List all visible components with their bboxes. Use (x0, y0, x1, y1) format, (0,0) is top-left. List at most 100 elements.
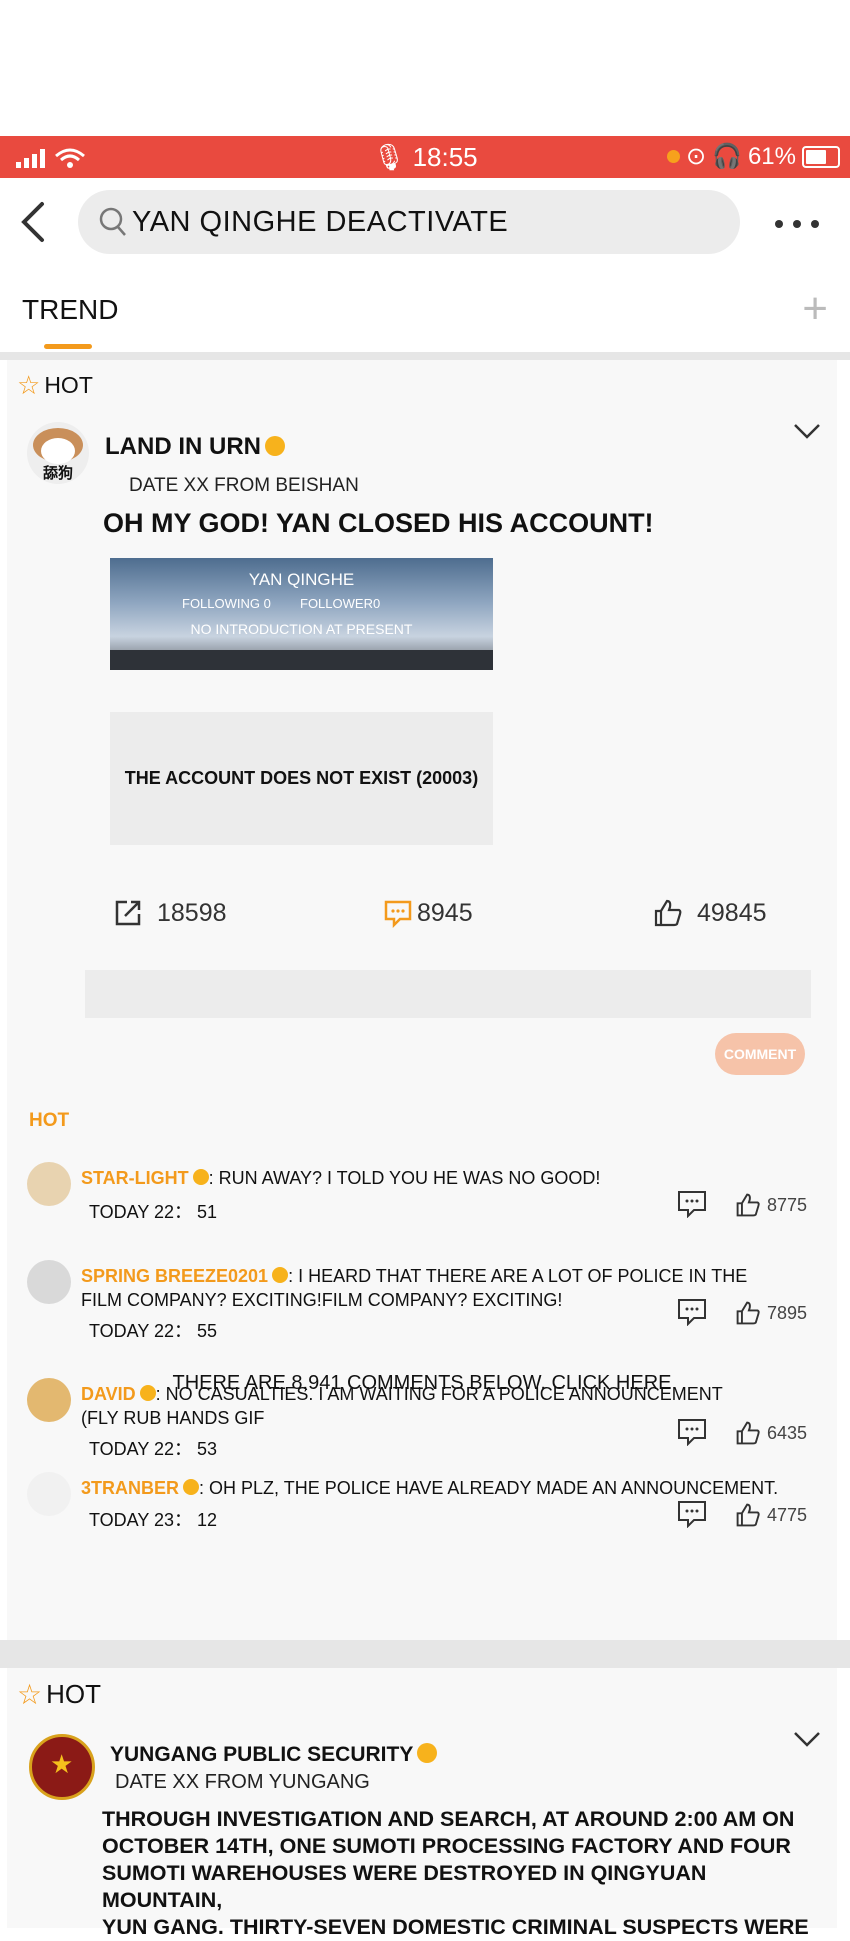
star-icon: ☆ (17, 370, 41, 400)
comment-text: : RUN AWAY? I TOLD YOU HE WAS NO GOOD! (208, 1168, 601, 1188)
comment-like-button[interactable]: 6435 (735, 1420, 807, 1446)
comment-line: STAR-LIGHT : RUN AWAY? I TOLD YOU HE WAS … (81, 1168, 600, 1189)
police-emblem-avatar[interactable]: ★ (29, 1734, 95, 1800)
account-not-exist-box[interactable]: THE ACCOUNT DOES NOT EXIST (20003) (110, 712, 493, 845)
hot-comments-label: HOT (29, 1110, 70, 1131)
battery-percent: 61% (747, 142, 796, 170)
commenter-name[interactable]: 3TRANBER (81, 1478, 179, 1498)
comment-like-button[interactable]: 7895 (735, 1300, 807, 1326)
comment-like-count: 7895 (767, 1302, 808, 1323)
tab-active-indicator (44, 344, 92, 349)
post-body-line: THROUGH INVESTIGATION AND SEARCH, AT ARO… (102, 1807, 795, 1831)
reply-icon[interactable] (677, 1190, 707, 1223)
comment-like-count: 4775 (767, 1504, 808, 1525)
nav-bar: YAN QINGHE DEACTIVATE (0, 178, 850, 269)
comment-line: 3TRANBER : OH PLZ, THE POLICE HAVE ALREAD… (81, 1478, 778, 1499)
comment-time: TODAY 22： 53 (89, 1439, 218, 1459)
share-count: 18598 (157, 898, 227, 927)
lock-rotation-icon: ⊙ (685, 143, 707, 170)
battery-icon (802, 145, 840, 168)
verified-badge-icon (272, 1267, 289, 1284)
comment-like-button[interactable]: 4775 (735, 1502, 807, 1528)
profile-intro: NO INTRODUCTION AT PRESENT (190, 621, 413, 637)
comment-like-count: 8775 (767, 1194, 808, 1215)
add-tab-icon[interactable]: + (802, 284, 828, 334)
back-arrow-icon[interactable] (18, 200, 48, 249)
comment-like-button[interactable]: 8775 (735, 1192, 807, 1218)
reply-icon[interactable] (677, 1500, 707, 1533)
verified-badge-icon (192, 1169, 209, 1186)
thumbs-up-icon (736, 1421, 760, 1445)
commenter-avatar[interactable] (27, 1260, 71, 1304)
recording-dot-icon (666, 150, 680, 163)
search-input[interactable]: YAN QINGHE DEACTIVATE (132, 206, 508, 239)
mic-icon: 🎙 (372, 142, 406, 172)
hot-label: HOT (46, 1679, 101, 1709)
profile-following: FOLLOWING 0 (182, 596, 271, 611)
tab-trend[interactable]: TREND (22, 294, 118, 326)
hot-label: HOT (44, 372, 93, 398)
comment-time: TODAY 22： 55 (89, 1321, 218, 1341)
comment-text: : OH PLZ, THE POLICE HAVE ALREADY MADE A… (199, 1478, 779, 1498)
comments-button[interactable]: 8945 (383, 898, 473, 928)
profile-followers: FOLLOWER0 (300, 596, 381, 611)
commenter-name[interactable]: SPRING BREEZE0201 (81, 1266, 268, 1286)
reply-icon[interactable] (677, 1298, 707, 1331)
post-meta: DATE XX FROM BEISHAN (129, 475, 359, 496)
comment-icon (384, 900, 412, 928)
profile-name: YAN QINGHE (248, 570, 355, 589)
post-card: ☆ HOT ★ YUNGANG PUBLIC SECURITY DATE XX … (7, 1668, 837, 1939)
like-button[interactable]: 49845 (653, 898, 767, 928)
verified-badge-icon (265, 435, 285, 456)
comment-text-continued: FILM COMPANY? EXCITING!FILM COMPANY? EXC… (81, 1290, 563, 1310)
post-body-line: YUN GANG. THIRTY-SEVEN DOMESTIC CRIMINAL… (102, 1915, 809, 1939)
avatar[interactable]: 舔狗 (27, 422, 89, 484)
thumbs-up-icon (736, 1193, 760, 1217)
chevron-down-icon[interactable] (793, 422, 821, 445)
thumbs-up-icon (736, 1503, 760, 1527)
commenter-avatar[interactable] (27, 1472, 71, 1516)
comment-input[interactable] (85, 970, 811, 1018)
tab-bar: TREND + (0, 268, 850, 352)
thumbs-up-icon (654, 899, 682, 927)
comment-time: TODAY 22： 51 (89, 1202, 218, 1222)
avatar-text: 舔狗 (42, 465, 73, 482)
comment-like-count: 6435 (767, 1422, 808, 1443)
status-time: 18:55 (412, 142, 478, 172)
share-icon (115, 900, 141, 926)
post-author[interactable]: LAND IN URN (105, 433, 261, 460)
profile-screenshot[interactable]: YAN QINGHE FOLLOWING 0 FOLLOWER0 NO INTR… (110, 558, 493, 670)
comment-text: : I HEARD THAT THERE ARE A LOT OF POLICE… (288, 1266, 748, 1286)
like-count: 49845 (697, 898, 767, 927)
chevron-down-icon[interactable] (793, 1730, 821, 1753)
thumbs-up-icon (736, 1301, 760, 1325)
star-icon: ☆ (17, 1679, 43, 1710)
verified-badge-icon (417, 1743, 438, 1764)
not-exist-text: THE ACCOUNT DOES NOT EXIST (20003) (124, 768, 479, 788)
view-more-comments-link[interactable]: THERE ARE 8,941 COMMENTS BELOW. CLICK HE… (7, 1372, 837, 1395)
divider (0, 1640, 850, 1668)
post-card: ☆ HOT 舔狗 LAND IN URN DATE XX FROM BEISHA… (7, 360, 837, 1640)
comment-text-continued: (FLY RUB HANDS GIF (81, 1408, 265, 1428)
post-author[interactable]: YUNGANG PUBLIC SECURITY (110, 1743, 413, 1766)
post-body-line: SUMOTI WAREHOUSES WERE DESTROYED IN QING… (102, 1861, 707, 1912)
commenter-avatar[interactable] (27, 1162, 71, 1206)
reply-icon[interactable] (677, 1418, 707, 1451)
post-title: OH MY GOD! YAN CLOSED HIS ACCOUNT! (103, 508, 654, 538)
comment-button[interactable]: COMMENT (715, 1033, 805, 1075)
post-body-line: OCTOBER 14TH, ONE SUMOTI PROCESSING FACT… (102, 1834, 791, 1858)
more-options-icon[interactable] (773, 216, 821, 234)
verified-badge-icon (183, 1479, 200, 1496)
commenter-name[interactable]: STAR-LIGHT (81, 1168, 189, 1188)
share-button[interactable]: 18598 (113, 898, 227, 928)
search-icon (98, 206, 128, 243)
divider (0, 352, 850, 360)
comment-count: 8945 (417, 898, 473, 927)
search-bar[interactable]: YAN QINGHE DEACTIVATE (78, 190, 740, 254)
headphones-icon: 🎧 (712, 143, 742, 170)
post-body: THROUGH INVESTIGATION AND SEARCH, AT ARO… (102, 1806, 832, 1941)
status-bar: 🎙 18:55 ⊙ 🎧 61% (0, 136, 850, 178)
treeline-silhouette (110, 650, 493, 670)
comment-time: TODAY 23： 12 (89, 1510, 218, 1530)
comment-line: SPRING BREEZE0201 : I HEARD THAT THERE AR… (81, 1266, 747, 1287)
